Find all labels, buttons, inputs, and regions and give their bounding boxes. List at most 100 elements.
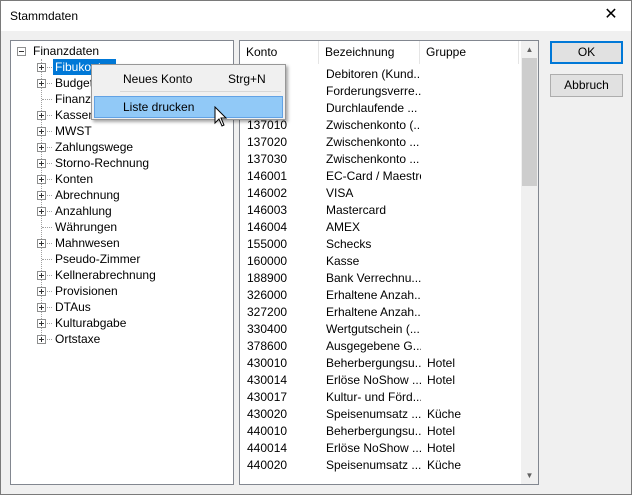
cell-bezeichnung: VISA [326, 186, 354, 200]
cell-konto: 146003 [247, 203, 288, 217]
table-row[interactable]: 430014 Erlöse NoShow ... Hotel [240, 372, 519, 389]
table-row[interactable]: 146001 EC-Card / Maestro [240, 168, 519, 185]
tree-item-label: Provisionen [55, 284, 118, 298]
scroll-up-icon[interactable]: ▲ [521, 41, 538, 58]
vertical-scrollbar[interactable]: ▲ ▼ [521, 41, 538, 484]
expand-icon[interactable] [37, 63, 46, 72]
tree-item[interactable]: Pseudo-Zimmer [11, 251, 231, 267]
table-row[interactable]: 155000 Schecks [240, 236, 519, 253]
column-header-gruppe[interactable]: Gruppe [420, 41, 519, 64]
column-header-bezeichnung[interactable]: Bezeichnung [319, 41, 420, 64]
tree-item-label: Pseudo-Zimmer [55, 252, 141, 266]
expand-icon[interactable] [37, 239, 46, 248]
expand-icon[interactable] [37, 287, 46, 296]
expand-icon[interactable] [37, 127, 46, 136]
tree-item-label: DTAus [55, 300, 91, 314]
table-row[interactable]: 327200 Erhaltene Anzah... [240, 304, 519, 321]
cell-bezeichnung: Durchlaufende ... [326, 101, 418, 115]
cell-gruppe: Hotel [427, 441, 456, 455]
close-icon[interactable]: ✕ [601, 5, 621, 25]
tree-item[interactable]: Storno-Rechnung [11, 155, 231, 171]
expand-icon[interactable] [37, 111, 46, 120]
cancel-button[interactable]: Abbruch [550, 74, 623, 97]
expand-icon[interactable] [37, 143, 46, 152]
tree-item-label: MWST [55, 124, 92, 138]
tree-item[interactable]: Konten [11, 171, 231, 187]
table-row[interactable]: 146004 AMEX [240, 219, 519, 236]
cell-konto: 440020 [247, 458, 288, 472]
expand-icon[interactable] [37, 175, 46, 184]
expand-icon[interactable] [37, 79, 46, 88]
table-row[interactable]: 440020 Speisenumsatz ... Küche [240, 457, 519, 474]
tree-item[interactable]: Abrechnung [11, 187, 231, 203]
context-menu: Neues Konto Strg+N Liste drucken [91, 64, 286, 120]
tree-item-label: Anzahlung [55, 204, 112, 218]
table-row[interactable]: 326000 Erhaltene Anzah... [240, 287, 519, 304]
expand-icon[interactable] [37, 303, 46, 312]
table-row[interactable]: 430010 Beherbergungsu... Hotel [240, 355, 519, 372]
cell-bezeichnung: Zwischenkonto ... [326, 135, 420, 149]
window-title: Stammdaten [10, 9, 79, 23]
column-header-konto[interactable]: Konto [240, 41, 319, 64]
cell-gruppe: Küche [427, 407, 462, 421]
cell-bezeichnung: Erhaltene Anzah... [326, 288, 421, 302]
table-row[interactable]: 188900 Bank Verrechnu... [240, 270, 519, 287]
expand-icon[interactable] [37, 207, 46, 216]
table-row[interactable]: 430017 Kultur- und Förd... [240, 389, 519, 406]
cell-konto: 440010 [247, 424, 288, 438]
cell-konto: 430014 [247, 373, 288, 387]
tree-item[interactable]: Zahlungswege [11, 139, 231, 155]
table-row[interactable]: 330400 Wertgutschein (... [240, 321, 519, 338]
tree-item-label: Finanz [55, 92, 92, 106]
cell-gruppe: Küche [427, 458, 462, 472]
table-row[interactable]: 440014 Erlöse NoShow ... Hotel [240, 440, 519, 457]
table-row[interactable]: 146003 Mastercard [240, 202, 519, 219]
table-row[interactable]: 137030 Zwischenkonto ... [240, 151, 519, 168]
cell-konto: 378600 [247, 339, 288, 353]
tree-item[interactable]: Kellnerabrechnung [11, 267, 231, 283]
table-row[interactable]: 430020 Speisenumsatz ... Küche [240, 406, 519, 423]
table-row[interactable]: 160000 Kasse [240, 253, 519, 270]
tree-item[interactable]: Währungen [11, 219, 231, 235]
expand-icon[interactable] [37, 159, 46, 168]
cell-konto: 137020 [247, 135, 288, 149]
expand-icon[interactable] [37, 271, 46, 280]
collapse-icon[interactable] [17, 47, 26, 56]
menu-item-label: Neues Konto [123, 72, 193, 86]
tree-item[interactable]: Anzahlung [11, 203, 231, 219]
cell-konto: 188900 [247, 271, 288, 285]
tree-item[interactable]: Kulturabgabe [11, 315, 231, 331]
cell-konto: 440014 [247, 441, 288, 455]
tree-item[interactable]: Provisionen [11, 283, 231, 299]
tree-item[interactable]: DTAus [11, 299, 231, 315]
table-row[interactable]: 378600 Ausgegebene G... [240, 338, 519, 355]
table-row[interactable]: 440010 Beherbergungsu... Hotel [240, 423, 519, 440]
table-row[interactable]: 137020 Zwischenkonto ... [240, 134, 519, 151]
tree-item[interactable]: MWST [11, 123, 231, 139]
table-row[interactable]: 146002 VISA [240, 185, 519, 202]
tree-item-label: Konten [55, 172, 94, 186]
tree-item-label: Zahlungswege [55, 140, 134, 154]
tree-item[interactable]: Ortstaxe [11, 331, 231, 347]
cell-bezeichnung: Zwischenkonto (... [326, 118, 421, 132]
tree-item-label: Abrechnung [55, 188, 120, 202]
scroll-down-icon[interactable]: ▼ [521, 467, 538, 484]
tree-root[interactable]: Finanzdaten [11, 43, 231, 59]
cell-konto: 430017 [247, 390, 288, 404]
menu-item-neues-konto[interactable]: Neues Konto Strg+N [94, 68, 283, 90]
tree-line [42, 259, 52, 260]
expand-icon[interactable] [37, 319, 46, 328]
cell-bezeichnung: Schecks [326, 237, 372, 251]
cell-bezeichnung: Zwischenkonto ... [326, 152, 420, 166]
expand-icon[interactable] [37, 335, 46, 344]
expand-icon[interactable] [37, 191, 46, 200]
ok-button[interactable]: OK [550, 41, 623, 64]
scrollbar-thumb[interactable] [522, 58, 537, 186]
menu-separator [120, 91, 281, 92]
menu-item-liste-drucken[interactable]: Liste drucken [94, 96, 283, 118]
cell-bezeichnung: Wertgutschein (... [326, 322, 420, 336]
tree-item[interactable]: Mahnwesen [11, 235, 231, 251]
cell-konto: 146004 [247, 220, 288, 234]
cell-bezeichnung: Beherbergungsu... [326, 356, 421, 370]
tree-item-label: Budget [55, 76, 94, 90]
